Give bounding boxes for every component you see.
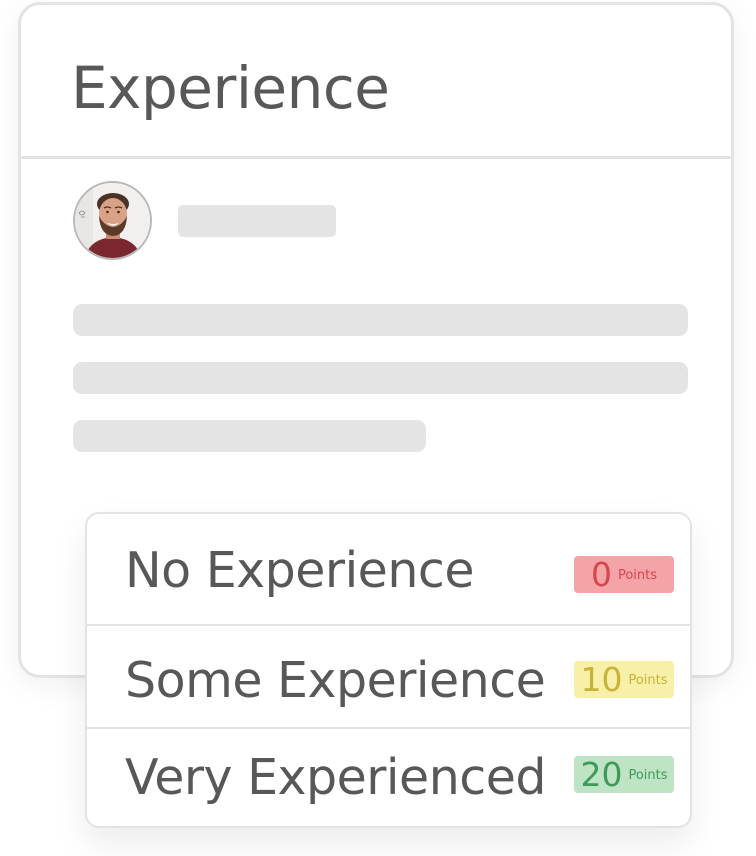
points-badge: 10 Points — [574, 661, 674, 698]
card-header: Experience — [21, 5, 731, 159]
points-value: 0 — [590, 555, 612, 594]
option-very-experienced[interactable]: Very Experienced 20 Points — [87, 729, 690, 826]
points-unit: Points — [628, 768, 668, 783]
stage: Experience No Experience 0 Points Some E… — [0, 0, 756, 856]
option-label: No Experience — [125, 542, 474, 599]
text-placeholder-line — [73, 304, 688, 336]
text-placeholder-line — [73, 362, 688, 394]
profile-photo-icon — [75, 183, 150, 258]
avatar — [73, 181, 152, 260]
name-placeholder — [178, 205, 336, 237]
text-placeholder-line — [73, 420, 426, 452]
points-badge: 20 Points — [574, 756, 674, 793]
option-some-experience[interactable]: Some Experience 10 Points — [87, 626, 690, 729]
option-label: Some Experience — [125, 652, 546, 709]
option-label: Very Experienced — [125, 749, 546, 806]
points-value: 20 — [580, 755, 623, 794]
experience-options-list: No Experience 0 Points Some Experience 1… — [85, 512, 692, 828]
points-unit: Points — [628, 673, 668, 688]
points-unit: Points — [617, 568, 658, 583]
points-value: 10 — [580, 660, 623, 699]
option-no-experience[interactable]: No Experience 0 Points — [87, 514, 690, 626]
card-title: Experience — [71, 54, 390, 122]
points-badge: 0 Points — [574, 556, 674, 593]
